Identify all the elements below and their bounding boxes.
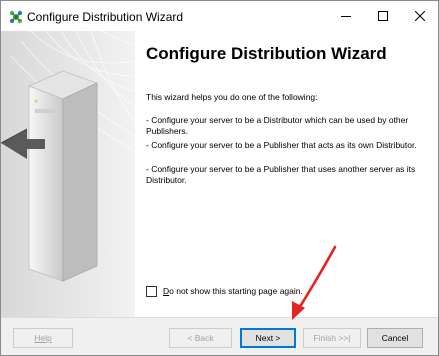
checkbox-label-rest: o not show this starting page again. <box>169 286 303 296</box>
maximize-icon <box>378 11 388 21</box>
back-button[interactable]: < Back <box>169 328 232 348</box>
option-remote-distributor-text: - Configure your server to be a Publishe… <box>146 164 416 185</box>
page-title: Configure Distribution Wizard <box>146 44 387 63</box>
close-button[interactable] <box>402 1 438 31</box>
wizard-window: Configure Distribution Wizard Configure … <box>0 0 439 356</box>
help-button[interactable]: Help <box>13 328 73 348</box>
checkbox-box[interactable] <box>146 285 157 297</box>
close-icon <box>415 11 425 21</box>
maximize-button[interactable] <box>365 1 401 31</box>
wizard-content: Configure Distribution Wizard This wizar… <box>1 31 438 317</box>
option-own-distributor-text: - Configure your server to be a Publishe… <box>146 140 417 150</box>
title-bar[interactable]: Configure Distribution Wizard <box>1 1 438 31</box>
server-illustration-icon <box>1 31 135 317</box>
cancel-button[interactable]: Cancel <box>367 328 423 348</box>
next-button[interactable]: Next > <box>240 328 296 348</box>
intro-text: This wizard helps you do one of the foll… <box>146 92 318 102</box>
checkbox-label[interactable]: Do not show this starting page again. <box>163 286 303 296</box>
finish-button[interactable]: Finish >>| <box>303 328 361 348</box>
minimize-icon <box>341 16 351 17</box>
help-button-label: Help <box>34 333 52 343</box>
window-title: Configure Distribution Wizard <box>27 10 184 24</box>
minimize-button[interactable] <box>328 1 364 31</box>
skip-start-page-checkbox[interactable]: Do not show this starting page again. <box>146 284 303 298</box>
option-distributor-text: - Configure your server to be a Distribu… <box>146 115 409 136</box>
sql-server-wizard-icon <box>9 10 23 24</box>
button-bar: Help < Back Next > Finish >>| Cancel <box>1 318 438 355</box>
